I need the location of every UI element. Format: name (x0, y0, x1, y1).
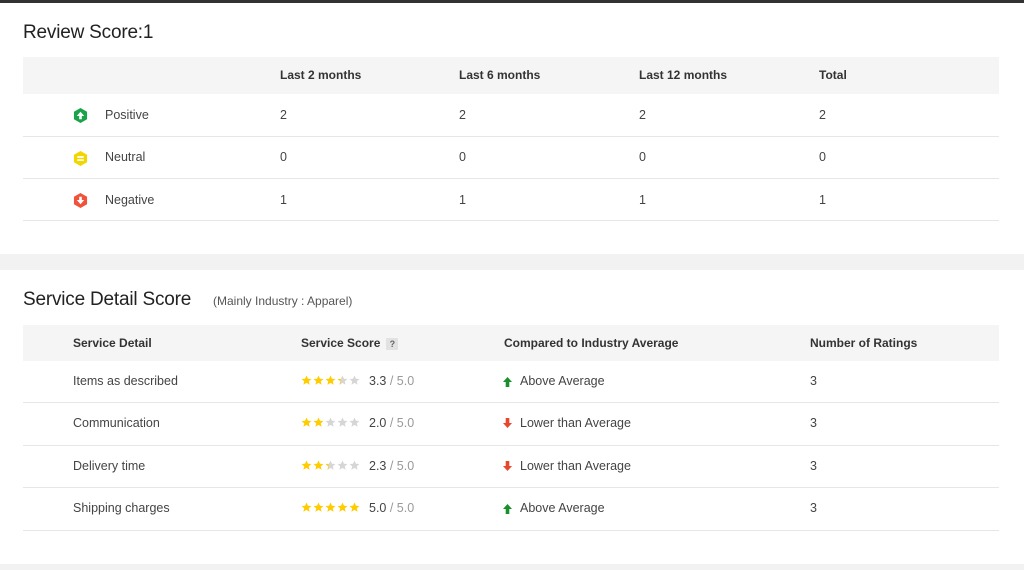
ratings-count: 3 (810, 501, 817, 515)
review-row-neutral: Neutral 0 0 0 0 (23, 137, 999, 179)
star-icon (313, 417, 324, 427)
service-row: Delivery time 2.3 / 5.0 Lower than Averag… (23, 446, 999, 488)
star-icon (301, 375, 312, 385)
service-detail-label: Items as described (73, 374, 178, 388)
service-detail-label: Communication (73, 416, 160, 430)
service-detail-label: Shipping charges (73, 501, 170, 515)
neutral-equals-icon (73, 151, 88, 166)
score-max: / 5.0 (386, 501, 415, 515)
star-icon (337, 502, 348, 512)
review-row-label: Positive (105, 108, 149, 122)
col-service-score: Service Score? (301, 325, 399, 361)
review-cell: 2 (280, 108, 287, 122)
service-detail-card: Service Detail Score (Mainly Industry : … (0, 270, 1024, 564)
industry-comparison: Above Average (520, 501, 605, 515)
service-row: Communication 2.0 / 5.0 Lower than Averag… (23, 403, 999, 446)
col-compared-to-industry: Compared to Industry Average (504, 336, 679, 350)
col-service-detail: Service Detail (73, 336, 152, 350)
arrow-up-icon (503, 377, 512, 387)
review-cell: 0 (280, 150, 287, 164)
negative-arrow-down-icon (73, 193, 88, 208)
star-rating (301, 502, 360, 513)
service-score: 2.0 / 5.0 (369, 416, 414, 430)
ratings-count: 3 (810, 416, 817, 430)
arrow-down-icon (503, 418, 512, 428)
industry-comparison: Lower than Average (520, 416, 631, 430)
col-last-2-months: Last 2 months (280, 68, 362, 82)
review-cell: 1 (280, 193, 287, 207)
star-rating (301, 417, 360, 428)
service-detail-title: Service Detail Score (23, 289, 192, 310)
star-rating (301, 375, 360, 386)
review-cell: 0 (639, 150, 646, 164)
service-row: Items as described 3.3 / 5.0 Above Averag… (23, 361, 999, 403)
industry-comparison: Lower than Average (520, 459, 631, 473)
star-rating (301, 460, 360, 471)
positive-arrow-up-icon (73, 108, 88, 123)
service-score: 3.3 / 5.0 (369, 374, 414, 388)
star-icon (313, 460, 324, 470)
score-value: 2.3 (369, 459, 387, 473)
col-number-of-ratings: Number of Ratings (810, 336, 918, 350)
ratings-count: 3 (810, 374, 817, 388)
star-icon (301, 502, 312, 512)
col-service-score-label: Service Score (301, 336, 381, 350)
ratings-count: 3 (810, 459, 817, 473)
star-icon (349, 502, 360, 512)
review-table-header: Last 2 months Last 6 months Last 12 mont… (23, 57, 999, 94)
star-icon (301, 460, 312, 470)
review-cell: 2 (819, 108, 826, 122)
score-value: 5.0 (369, 501, 387, 515)
star-icon (313, 502, 324, 512)
star-icon (325, 460, 336, 470)
review-row-negative: Negative 1 1 1 1 (23, 179, 999, 221)
service-score: 2.3 / 5.0 (369, 459, 414, 473)
service-row: Shipping charges 5.0 / 5.0 Above Average 3 (23, 488, 999, 531)
service-table-header: Service Detail Service Score? Compared t… (23, 325, 999, 361)
review-cell: 2 (459, 108, 466, 122)
score-max: / 5.0 (386, 416, 415, 430)
col-total: Total (819, 68, 847, 82)
industry-subtitle: (Mainly Industry : Apparel) (213, 294, 353, 308)
review-row-positive: Positive 2 2 2 2 (23, 94, 999, 137)
star-icon (349, 417, 360, 427)
star-icon (325, 417, 336, 427)
score-value: 2.0 (369, 416, 387, 430)
score-max: / 5.0 (386, 374, 415, 388)
review-score-card: Review Score:1 Last 2 months Last 6 mont… (0, 3, 1024, 254)
col-last-6-months: Last 6 months (459, 68, 541, 82)
col-last-12-months: Last 12 months (639, 68, 728, 82)
review-cell: 0 (459, 150, 466, 164)
star-icon (337, 460, 348, 470)
help-icon[interactable]: ? (386, 337, 399, 350)
review-score-title: Review Score:1 (23, 22, 154, 43)
review-cell: 1 (459, 193, 466, 207)
review-cell: 2 (639, 108, 646, 122)
score-value: 3.3 (369, 374, 387, 388)
star-icon (301, 417, 312, 427)
score-max: / 5.0 (386, 459, 415, 473)
service-detail-label: Delivery time (73, 459, 146, 473)
service-score: 5.0 / 5.0 (369, 501, 414, 515)
star-icon (313, 375, 324, 385)
star-icon (325, 375, 336, 385)
arrow-down-icon (503, 461, 512, 471)
arrow-up-icon (503, 504, 512, 514)
star-icon (337, 417, 348, 427)
star-icon (349, 460, 360, 470)
review-cell: 1 (819, 193, 826, 207)
industry-comparison: Above Average (520, 374, 605, 388)
review-cell: 1 (639, 193, 646, 207)
review-cell: 0 (819, 150, 826, 164)
star-icon (325, 502, 336, 512)
review-row-label: Negative (105, 193, 155, 207)
star-icon (337, 375, 348, 385)
review-row-label: Neutral (105, 150, 146, 164)
star-icon (349, 375, 360, 385)
